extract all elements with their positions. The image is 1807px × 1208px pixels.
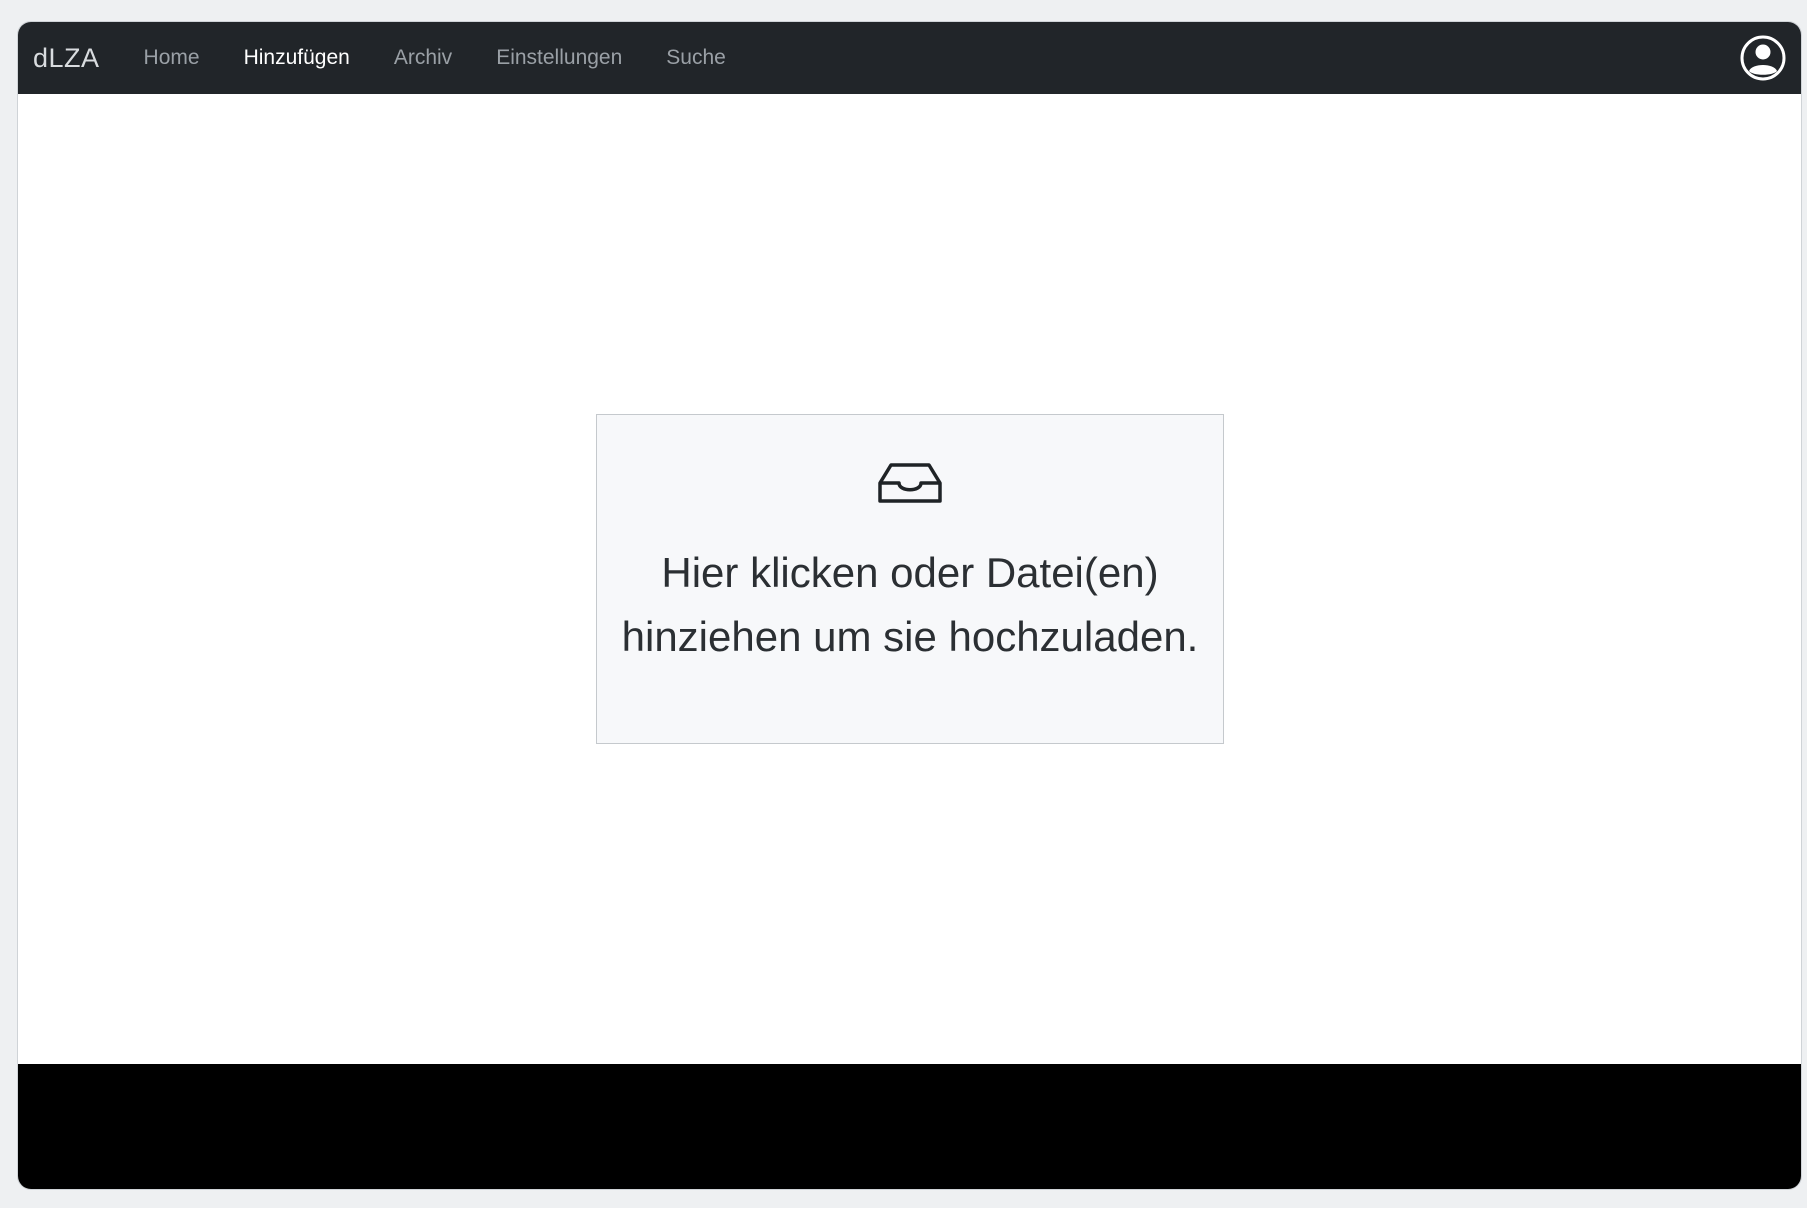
nav-link-home[interactable]: Home bbox=[144, 46, 200, 70]
file-dropzone[interactable]: Hier klicken oder Datei(en) hinziehen um… bbox=[596, 414, 1224, 744]
nav-links: Home Hinzufügen Archiv Einstellungen Suc… bbox=[122, 46, 748, 70]
nav-link-hinzufuegen[interactable]: Hinzufügen bbox=[244, 46, 350, 70]
footer bbox=[18, 1064, 1801, 1189]
dropzone-instructions: Hier klicken oder Datei(en) hinziehen um… bbox=[597, 541, 1223, 669]
inbox-icon bbox=[878, 463, 942, 503]
nav-link-suche[interactable]: Suche bbox=[666, 46, 726, 70]
user-circle-icon[interactable] bbox=[1740, 35, 1786, 81]
nav-link-archiv[interactable]: Archiv bbox=[394, 46, 452, 70]
navbar: dLZA Home Hinzufügen Archiv Einstellunge… bbox=[18, 22, 1801, 94]
main-content: Hier klicken oder Datei(en) hinziehen um… bbox=[18, 94, 1801, 1064]
brand-logo[interactable]: dLZA bbox=[33, 43, 100, 74]
app-window: dLZA Home Hinzufügen Archiv Einstellunge… bbox=[17, 21, 1802, 1190]
dropzone-line-1: Hier klicken oder Datei(en) bbox=[661, 549, 1159, 596]
dropzone-line-2: hinziehen um sie hochzuladen. bbox=[621, 613, 1199, 660]
nav-link-einstellungen[interactable]: Einstellungen bbox=[496, 46, 622, 70]
